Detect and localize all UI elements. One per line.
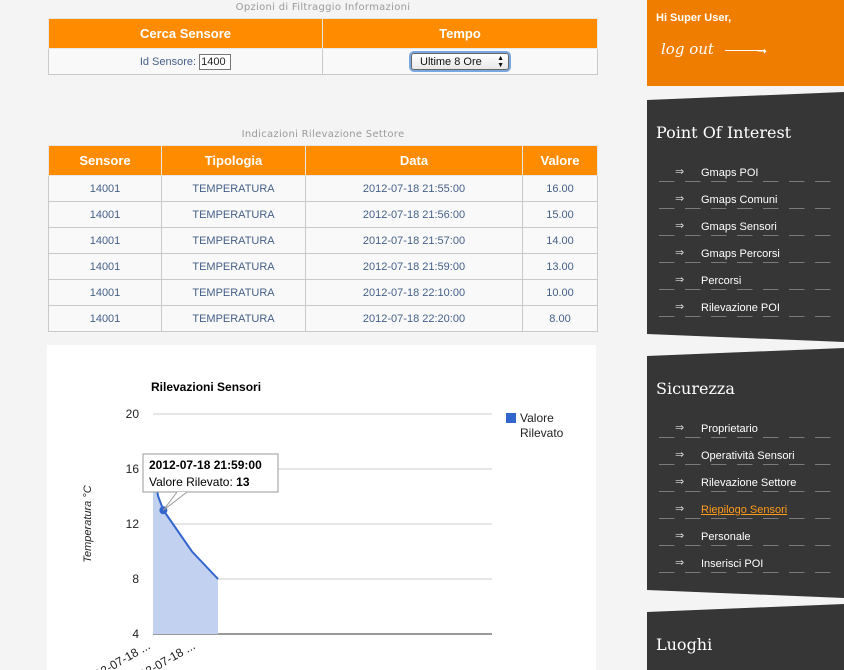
panel-point-of-interest: Point Of Interest ⇒ Gmaps POI ⇒ Gmaps Comu… xyxy=(647,92,844,342)
col-header-tipologia: Tipologia xyxy=(161,145,306,176)
table-row: 14001 TEMPERATURA 2012-07-18 22:20:00 8.… xyxy=(48,305,598,332)
cell-data: 2012-07-18 21:57:00 xyxy=(305,227,523,254)
readings-table: Sensore Tipologia Data Valore 14001 TEMP… xyxy=(48,145,598,332)
table-row: 14001 TEMPERATURA 2012-07-18 21:57:00 14… xyxy=(48,227,598,254)
filter-header-sensor: Cerca Sensore xyxy=(48,18,323,49)
cell-data: 2012-07-18 22:20:00 xyxy=(305,305,523,332)
menu-item-percorsi[interactable]: ⇒ Percorsi xyxy=(647,267,844,294)
time-select-value: Ultime 8 Ore xyxy=(420,55,482,68)
table-row: 14001 TEMPERATURA 2012-07-18 21:56:00 15… xyxy=(48,201,598,228)
y-tick-label: 16 xyxy=(126,462,140,476)
cell-sensore: 14001 xyxy=(48,201,162,228)
tooltip-title: 2012-07-18 21:59:00 xyxy=(149,458,262,472)
cell-tipologia: TEMPERATURA xyxy=(161,227,306,254)
cell-sensore: 14001 xyxy=(48,175,162,202)
menu-item-gmaps-comuni[interactable]: ⇒ Gmaps Comuni xyxy=(647,186,844,213)
panel-title: Point Of Interest xyxy=(656,123,792,142)
sensor-chart[interactable]: Rilevazioni Sensori 4 8 12 16 20 Temperatura °… xyxy=(47,345,596,670)
user-greeting: Hi Super User, xyxy=(656,12,732,24)
menu-item-inserisci-poi[interactable]: ⇒ Inserisci POI xyxy=(647,550,844,577)
cell-valore: 14.00 xyxy=(522,227,598,254)
readings-caption: Indicazioni Rilevazione Settore xyxy=(241,129,405,140)
cell-data: 2012-07-18 22:10:00 xyxy=(305,279,523,306)
menu-item-gmaps-poi[interactable]: ⇒ Gmaps POI xyxy=(647,159,844,186)
table-row: 14001 TEMPERATURA 2012-07-18 22:10:00 10… xyxy=(48,279,598,306)
cell-tipologia: TEMPERATURA xyxy=(161,305,306,332)
double-arrow-icon: ⇒ xyxy=(675,503,685,515)
y-axis-label: Temperatura °C xyxy=(82,485,94,562)
double-arrow-icon: ⇒ xyxy=(675,220,685,232)
y-tick-label: 8 xyxy=(132,572,139,586)
double-arrow-icon: ⇒ xyxy=(675,557,685,569)
double-arrow-icon: ⇒ xyxy=(675,449,685,461)
panel-luoghi: Luoghi xyxy=(647,604,844,670)
panel-sicurezza: Sicurezza ⇒ Proprietario ⇒ Operatività Sen… xyxy=(647,348,844,598)
logout-link[interactable]: log out xyxy=(661,40,714,58)
col-header-valore: Valore xyxy=(522,145,598,176)
col-header-data: Data xyxy=(305,145,523,176)
cell-valore: 10.00 xyxy=(522,279,598,306)
sidebar: Hi Super User, log out ➝ Point Of Intere… xyxy=(647,0,844,670)
menu-item-personale[interactable]: ⇒ Personale xyxy=(647,523,844,550)
cell-sensore: 14001 xyxy=(48,253,162,280)
double-arrow-icon: ⇒ xyxy=(675,530,685,542)
double-arrow-icon: ⇒ xyxy=(675,301,685,313)
double-arrow-icon: ⇒ xyxy=(675,166,685,178)
cell-data: 2012-07-18 21:55:00 xyxy=(305,175,523,202)
col-header-sensore: Sensore xyxy=(48,145,162,176)
panel-title: Sicurezza xyxy=(656,379,735,398)
cell-data: 2012-07-18 21:59:00 xyxy=(305,253,523,280)
y-tick-label: 20 xyxy=(126,407,140,421)
menu-item-rilevazione-settore[interactable]: ⇒ Rilevazione Settore xyxy=(647,469,844,496)
double-arrow-icon: ⇒ xyxy=(675,247,685,259)
double-arrow-icon: ⇒ xyxy=(675,476,685,488)
cell-valore: 8.00 xyxy=(522,305,598,332)
sensor-id-cell: Id Sensore: xyxy=(48,48,323,75)
cell-sensore: 14001 xyxy=(48,279,162,306)
cell-valore: 16.00 xyxy=(522,175,598,202)
legend-swatch xyxy=(506,413,516,423)
time-select[interactable]: Ultime 8 Ore ▲ ▼ xyxy=(411,53,509,70)
filter-header-time: Tempo xyxy=(322,18,598,49)
cell-data: 2012-07-18 21:56:00 xyxy=(305,201,523,228)
y-tick-label: 4 xyxy=(132,627,139,641)
sensor-id-label: Id Sensore: xyxy=(139,55,197,68)
tooltip-pointer xyxy=(162,491,188,511)
cell-valore: 15.00 xyxy=(522,201,598,228)
cell-tipologia: TEMPERATURA xyxy=(161,279,306,306)
double-arrow-icon: ⇒ xyxy=(675,422,685,434)
time-cell: Ultime 8 Ore ▲ ▼ xyxy=(322,48,598,75)
menu-item-operativita-sensori[interactable]: ⇒ Operatività Sensori xyxy=(647,442,844,469)
filter-table: Cerca Sensore Tempo Id Sensore: Ultime 8… xyxy=(48,18,598,75)
x-tick-label: 2012-07-18 ... xyxy=(81,638,153,670)
cell-tipologia: TEMPERATURA xyxy=(161,253,306,280)
updown-arrows-icon: ▲ ▼ xyxy=(497,54,504,69)
menu-item-gmaps-percorsi[interactable]: ⇒ Gmaps Percorsi xyxy=(647,240,844,267)
tooltip-label: Valore Rilevato: 13 xyxy=(149,475,250,489)
menu-item-gmaps-sensori[interactable]: ⇒ Gmaps Sensori xyxy=(647,213,844,240)
double-arrow-icon: ⇒ xyxy=(675,274,685,286)
cell-sensore: 14001 xyxy=(48,305,162,332)
cell-valore: 13.00 xyxy=(522,253,598,280)
chart-title: Rilevazioni Sensori xyxy=(151,380,261,394)
panel-title: Luoghi xyxy=(656,635,713,654)
arrow-head-icon: ➝ xyxy=(757,44,768,58)
table-row: 14001 TEMPERATURA 2012-07-18 21:59:00 13… xyxy=(48,253,598,280)
user-box: Hi Super User, log out ➝ xyxy=(647,0,844,86)
double-arrow-icon: ⇒ xyxy=(675,193,685,205)
menu-item-riepilogo-sensori[interactable]: ⇒ Riepilogo Sensori xyxy=(647,496,844,523)
sensor-id-input[interactable] xyxy=(199,53,232,70)
legend-label: Valore Rilevato xyxy=(520,411,564,440)
menu-item-rilevazione-poi[interactable]: ⇒ Rilevazione POI xyxy=(647,294,844,321)
filter-caption: Opzioni di Filtraggio Informazioni xyxy=(235,2,411,13)
chart-panel: Rilevazioni Sensori 4 8 12 16 20 Temperatura °… xyxy=(47,345,596,670)
cell-sensore: 14001 xyxy=(48,227,162,254)
table-row: 14001 TEMPERATURA 2012-07-18 21:55:00 16… xyxy=(48,175,598,202)
cell-tipologia: TEMPERATURA xyxy=(161,201,306,228)
menu-item-proprietario[interactable]: ⇒ Proprietario xyxy=(647,415,844,442)
y-tick-label: 12 xyxy=(126,517,140,531)
cell-tipologia: TEMPERATURA xyxy=(161,175,306,202)
